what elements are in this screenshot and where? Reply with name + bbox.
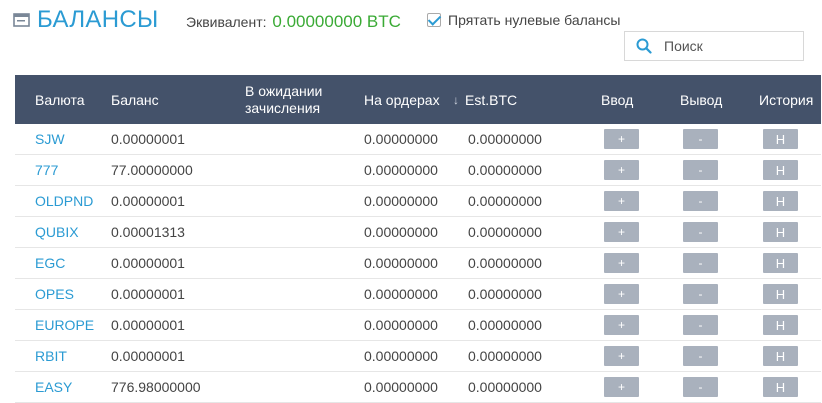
est-btc-cell: 0.00000000 (468, 286, 542, 302)
table-row: 777 77.00000000 0.00000000 0.00000000 + - H (15, 155, 821, 186)
hide-zero-toggle[interactable]: Прятать нулевые балансы (427, 12, 620, 28)
withdraw-button[interactable]: - (683, 284, 718, 304)
column-header-est-btc[interactable]: ↓ Est.BTC (453, 75, 517, 124)
column-header-deposit: Ввод (601, 91, 634, 108)
est-btc-cell: 0.00000000 (468, 131, 542, 147)
on-orders-cell: 0.00000000 (364, 131, 438, 147)
table-row: SJW 0.00000001 0.00000000 0.00000000 + - H (15, 124, 821, 155)
est-btc-cell: 0.00000000 (468, 193, 542, 209)
table-row: QUBIX 0.00001313 0.00000000 0.00000000 + - H (15, 217, 821, 248)
column-header-balance[interactable]: Баланс (111, 75, 159, 124)
currency-link[interactable]: RBIT (35, 341, 67, 371)
column-header-pending[interactable]: В ожидании зачисления (245, 75, 345, 124)
equivalent-value: 0.00000000 BTC (272, 12, 401, 31)
currency-link[interactable]: EASY (35, 372, 72, 402)
est-btc-cell: 0.00000000 (468, 162, 542, 178)
balance-cell: 0.00000001 (111, 317, 185, 333)
currency-link[interactable]: EUROPE (35, 310, 94, 340)
deposit-button[interactable]: + (604, 377, 639, 397)
on-orders-cell: 0.00000000 (364, 193, 438, 209)
table-row: EGC 0.00000001 0.00000000 0.00000000 + - H (15, 248, 821, 279)
column-header-currency[interactable]: Валюта (35, 75, 85, 124)
deposit-button[interactable]: + (604, 315, 639, 335)
history-button[interactable]: H (763, 191, 798, 211)
withdraw-button[interactable]: - (683, 129, 718, 149)
balance-cell: 0.00000001 (111, 348, 185, 364)
withdraw-button[interactable]: - (683, 222, 718, 242)
currency-link[interactable]: QUBIX (35, 217, 79, 247)
deposit-button[interactable]: + (604, 253, 639, 273)
column-header-est-btc-label: Est.BTC (465, 91, 518, 108)
search-box[interactable] (624, 31, 804, 61)
on-orders-cell: 0.00000000 (364, 286, 438, 302)
history-button[interactable]: H (763, 253, 798, 273)
history-button[interactable]: H (763, 346, 798, 366)
table-row: OPES 0.00000001 0.00000000 0.00000000 + - H (15, 279, 821, 310)
on-orders-cell: 0.00000000 (364, 379, 438, 395)
balance-cell: 77.00000000 (111, 162, 193, 178)
column-header-withdraw: Вывод (680, 91, 723, 108)
deposit-button[interactable]: + (604, 346, 639, 366)
on-orders-cell: 0.00000000 (364, 224, 438, 240)
est-btc-cell: 0.00000000 (468, 224, 542, 240)
search-icon (636, 38, 652, 54)
table-header: Валюта Баланс В ожидании зачисления На о… (15, 75, 821, 124)
history-button[interactable]: H (763, 129, 798, 149)
history-button[interactable]: H (763, 377, 798, 397)
currency-link[interactable]: OLDPND (35, 186, 93, 216)
history-button[interactable]: H (763, 284, 798, 304)
currency-link[interactable]: 777 (35, 155, 58, 185)
balance-cell: 0.00000001 (111, 286, 185, 302)
hide-zero-checkbox[interactable] (427, 13, 441, 27)
balance-cell: 0.00000001 (111, 255, 185, 271)
est-btc-cell: 0.00000000 (468, 317, 542, 333)
balance-cell: 0.00001313 (111, 224, 185, 240)
on-orders-cell: 0.00000000 (364, 317, 438, 333)
history-button[interactable]: H (763, 160, 798, 180)
balances-table: Валюта Баланс В ожидании зачисления На о… (15, 75, 821, 403)
table-body: SJW 0.00000001 0.00000000 0.00000000 + - H 777 7… (15, 124, 821, 403)
table-row: OLDPND 0.00000001 0.00000000 0.00000000 + - H (15, 186, 821, 217)
search-input[interactable] (662, 37, 786, 55)
history-button[interactable]: H (763, 222, 798, 242)
withdraw-button[interactable]: - (683, 346, 718, 366)
deposit-button[interactable]: + (604, 222, 639, 242)
on-orders-cell: 0.00000000 (364, 255, 438, 271)
balance-cell: 776.98000000 (111, 379, 201, 395)
currency-link[interactable]: EGC (35, 248, 65, 278)
deposit-button[interactable]: + (604, 284, 639, 304)
on-orders-cell: 0.00000000 (364, 348, 438, 364)
table-row: EASY 776.98000000 0.00000000 0.00000000 + - H (15, 372, 821, 403)
balance-cell: 0.00000001 (111, 131, 185, 147)
column-header-on-orders[interactable]: На ордерах (364, 75, 440, 124)
sort-down-icon: ↓ (453, 92, 459, 107)
on-orders-cell: 0.00000000 (364, 162, 438, 178)
history-button[interactable]: H (763, 315, 798, 335)
withdraw-button[interactable]: - (683, 191, 718, 211)
balance-cell: 0.00000001 (111, 193, 185, 209)
est-btc-cell: 0.00000000 (468, 255, 542, 271)
withdraw-button[interactable]: - (683, 377, 718, 397)
hide-zero-label: Прятать нулевые балансы (448, 12, 621, 28)
withdraw-button[interactable]: - (683, 253, 718, 273)
column-header-history: История (759, 91, 814, 108)
currency-link[interactable]: SJW (35, 124, 65, 154)
equivalent-summary: Эквивалент: 0.00000000 BTC (186, 12, 401, 32)
table-row: RBIT 0.00000001 0.00000000 0.00000000 + - H (15, 341, 821, 372)
deposit-button[interactable]: + (604, 129, 639, 149)
table-row: EUROPE 0.00000001 0.00000000 0.00000000 + - H (15, 310, 821, 341)
equivalent-label: Эквивалент: (186, 14, 267, 30)
est-btc-cell: 0.00000000 (468, 379, 542, 395)
page-title: БАЛАНСЫ (37, 6, 159, 33)
withdraw-button[interactable]: - (683, 160, 718, 180)
wallet-icon (13, 13, 30, 27)
withdraw-button[interactable]: - (683, 315, 718, 335)
deposit-button[interactable]: + (604, 191, 639, 211)
deposit-button[interactable]: + (604, 160, 639, 180)
currency-link[interactable]: OPES (35, 279, 74, 309)
est-btc-cell: 0.00000000 (468, 348, 542, 364)
